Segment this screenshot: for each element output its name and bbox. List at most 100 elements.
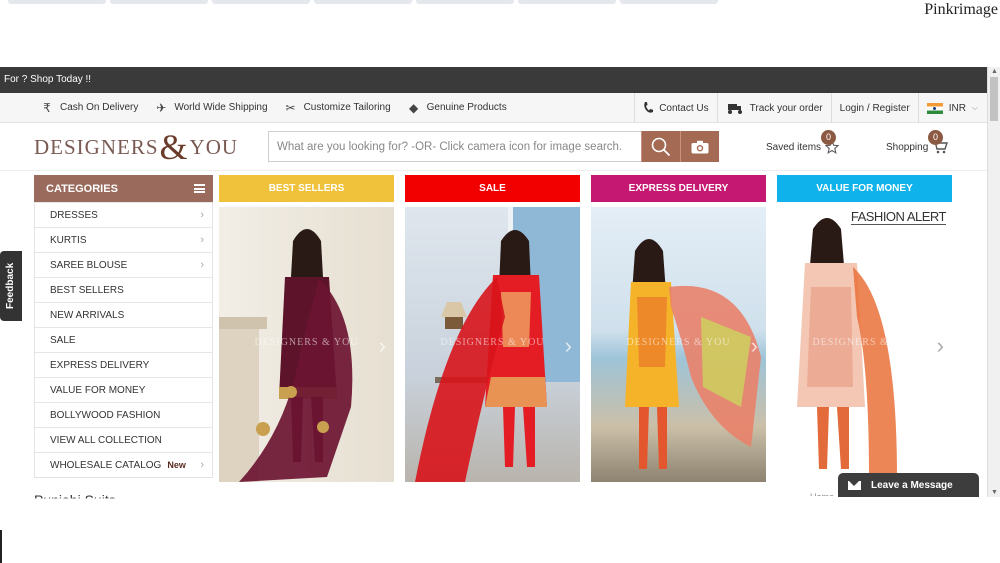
utility-account: Contact Us Track your order Login / Regi… <box>634 93 986 123</box>
saved-count-badge: 0 <box>821 130 836 145</box>
chevron-right-icon: › <box>200 459 204 471</box>
category-label: SAREE BLOUSE <box>50 259 128 271</box>
browser-tab[interactable] <box>620 0 718 4</box>
track-order-link[interactable]: Track your order <box>716 93 831 123</box>
browser-tab[interactable] <box>212 0 310 4</box>
new-badge: New <box>167 459 186 470</box>
chevron-right-icon: › <box>200 234 204 246</box>
scissors-icon: ✂ <box>285 100 296 115</box>
category-item-bollywood-fashion[interactable]: BOLLYWOOD FASHION <box>35 402 212 427</box>
scroll-up-icon[interactable]: ▲ <box>991 68 998 75</box>
product-image[interactable]: FASHION ALERT DESIGNERS & YOU › <box>777 207 952 482</box>
camera-icon <box>691 140 709 153</box>
delivery-scooter-icon <box>727 104 742 114</box>
scroll-thumb[interactable] <box>990 77 998 121</box>
shipping-feature[interactable]: ✈ World Wide Shipping <box>146 93 275 123</box>
category-label: BEST SELLERS <box>50 284 124 296</box>
carousel-next-icon[interactable]: › <box>565 333 572 359</box>
image-brand-watermark: DESIGNERS & YOU <box>254 337 359 348</box>
feature-label: Customize Tailoring <box>303 102 391 113</box>
saved-items-link[interactable]: Saved items 0 <box>766 130 840 154</box>
contact-label: Contact Us <box>659 102 709 114</box>
track-label: Track your order <box>749 102 823 114</box>
tag-icon: ◆ <box>409 100 419 115</box>
browser-tab[interactable] <box>110 0 208 4</box>
promo-express-delivery[interactable]: EXPRESS DELIVERY DESIGNERS & YOU › <box>591 175 766 482</box>
contact-us-link[interactable]: Contact Us <box>634 93 716 123</box>
categories-title: CATEGORIES <box>46 182 118 195</box>
leave-message-chat[interactable]: Leave a Message <box>838 473 979 497</box>
site-logo[interactable]: DESIGNERS & YOU <box>34 127 238 167</box>
promo-value-for-money[interactable]: VALUE FOR MONEY FASHION ALERT DESIGNERS … <box>777 175 952 482</box>
india-flag-icon <box>926 102 943 114</box>
carousel-next-icon[interactable]: › <box>937 333 944 359</box>
scroll-down-icon[interactable]: ▼ <box>991 489 998 496</box>
feature-label: World Wide Shipping <box>174 102 268 113</box>
phone-icon <box>644 102 654 113</box>
category-item-view-all[interactable]: VIEW ALL COLLECTION <box>35 427 212 452</box>
currency-selector[interactable]: INR ⌵ <box>917 93 986 123</box>
category-item-wholesale[interactable]: WHOLESALE CATALOG New › <box>35 452 212 477</box>
category-label: NEW ARRIVALS <box>50 309 125 321</box>
category-label: SALE <box>50 334 76 346</box>
category-list: DRESSES › KURTIS › SAREE BLOUSE › BEST SELL… <box>34 202 213 478</box>
promo-sale[interactable]: SALE DESIGNERS & YOU › <box>405 175 580 482</box>
login-register-link[interactable]: Login / Register <box>830 93 918 123</box>
carousel-next-icon[interactable]: › <box>379 333 386 359</box>
image-brand-watermark: DESIGNERS & YOU <box>812 337 917 348</box>
promo-label: BEST SELLERS <box>219 175 394 202</box>
promo-label: VALUE FOR MONEY <box>777 175 952 202</box>
browser-tab[interactable] <box>314 0 412 4</box>
category-item-sale[interactable]: SALE <box>35 327 212 352</box>
category-label: DRESSES <box>50 209 98 221</box>
browser-tab[interactable] <box>8 0 106 4</box>
category-item-best-sellers[interactable]: BEST SELLERS <box>35 277 212 302</box>
feedback-tab[interactable]: Feedback <box>0 251 22 321</box>
product-image[interactable]: DESIGNERS & YOU › <box>591 207 766 482</box>
image-brand-watermark: DESIGNERS & YOU <box>440 337 545 348</box>
chevron-right-icon: › <box>200 259 204 271</box>
search-input[interactable] <box>268 131 641 162</box>
browser-tab-strip <box>0 0 900 6</box>
search-bar <box>268 131 719 162</box>
category-item-express-delivery[interactable]: EXPRESS DELIVERY <box>35 352 212 377</box>
categories-header[interactable]: CATEGORIES <box>34 175 213 202</box>
currency-label: INR <box>948 102 966 114</box>
search-button[interactable] <box>641 131 680 162</box>
text-cursor <box>0 530 2 563</box>
image-brand-watermark: DESIGNERS & YOU <box>626 337 731 348</box>
category-label: EXPRESS DELIVERY <box>50 359 150 371</box>
page-scrollbar[interactable]: ▲ ▼ <box>987 67 1000 497</box>
shopping-cart-link[interactable]: Shopping 0 <box>886 130 949 154</box>
rupee-icon: ₹ <box>43 100 51 115</box>
category-item-kurtis[interactable]: KURTIS › <box>35 227 212 252</box>
genuine-feature[interactable]: ◆ Genuine Products <box>399 93 515 123</box>
tailoring-feature[interactable]: ✂ Customize Tailoring <box>276 93 399 123</box>
category-item-saree-blouse[interactable]: SAREE BLOUSE › <box>35 252 212 277</box>
airplane-icon: ✈ <box>156 100 167 115</box>
product-image[interactable]: DESIGNERS & YOU › <box>219 207 394 482</box>
screenshot: Pinkrimage For ? Shop Today !! ₹ Cash On… <box>0 0 1000 563</box>
cod-feature[interactable]: ₹ Cash On Delivery <box>32 93 146 123</box>
carousel-next-icon[interactable]: › <box>751 333 758 359</box>
menu-icon <box>194 184 205 193</box>
category-label: BOLLYWOOD FASHION <box>50 409 161 421</box>
fashion-alert-label: FASHION ALERT <box>850 209 947 225</box>
category-item-new-arrivals[interactable]: NEW ARRIVALS <box>35 302 212 327</box>
browser-tab[interactable] <box>518 0 616 4</box>
promo-best-sellers[interactable]: BEST SELLERS DESIGNERS & YOU › <box>219 175 394 482</box>
promo-label: EXPRESS DELIVERY <box>591 175 766 202</box>
cart-count-badge: 0 <box>928 130 943 145</box>
camera-search-button[interactable] <box>680 131 719 162</box>
image-watermark: Pinkrimage <box>924 1 998 18</box>
section-heading: Punjabi Suits <box>34 492 116 508</box>
category-item-value-for-money[interactable]: VALUE FOR MONEY <box>35 377 212 402</box>
product-image[interactable]: DESIGNERS & YOU › <box>405 207 580 482</box>
logo-ampersand: & <box>159 127 189 167</box>
browser-tab[interactable] <box>416 0 514 4</box>
envelope-icon <box>848 480 861 490</box>
category-label: VIEW ALL COLLECTION <box>50 434 162 446</box>
logo-text: DESIGNERS <box>34 134 159 159</box>
breadcrumb-home[interactable]: Home <box>810 492 834 496</box>
category-item-dresses[interactable]: DRESSES › <box>35 202 212 227</box>
